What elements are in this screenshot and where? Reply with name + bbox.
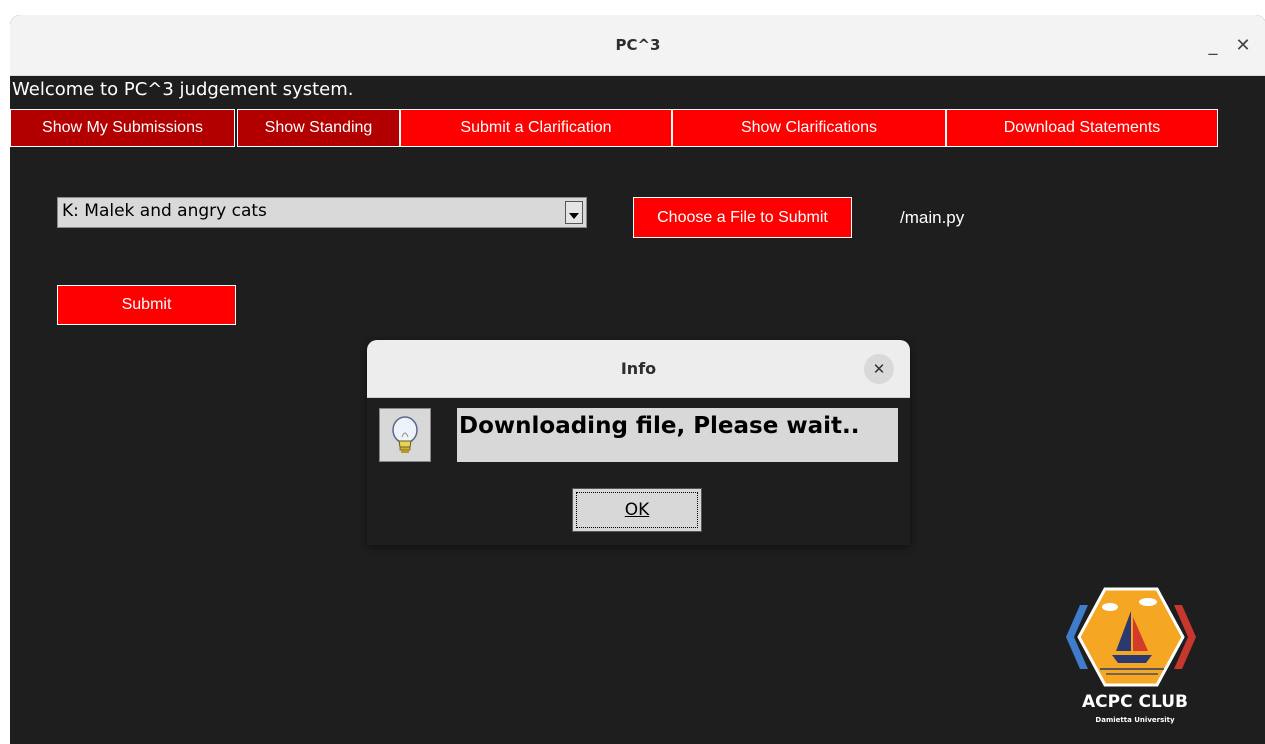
title-bar: PC^3 _ ✕ [10, 15, 1265, 76]
submit-button[interactable]: Submit [57, 285, 236, 325]
show-my-submissions-button[interactable]: Show My Submissions [10, 109, 235, 147]
problem-select[interactable]: K: Malek and angry cats [57, 197, 587, 228]
submit-clarification-button[interactable]: Submit a Clarification [400, 109, 672, 147]
dialog-title-bar: Info ✕ [367, 340, 910, 398]
logo-subtitle: Damietta University [1095, 716, 1175, 724]
close-icon[interactable]: ✕ [1230, 33, 1256, 59]
minimize-icon[interactable]: _ [1200, 33, 1226, 59]
dialog-close-icon[interactable]: ✕ [864, 354, 894, 384]
acpc-club-logo: ACPC CLUB Damietta University [1060, 585, 1210, 744]
dialog-title: Info [620, 359, 657, 378]
dialog-message: Downloading file, Please wait.. [459, 413, 860, 439]
show-clarifications-button[interactable]: Show Clarifications [672, 109, 946, 147]
dialog-message-box: Downloading file, Please wait.. [457, 408, 898, 462]
chevron-down-icon[interactable] [565, 201, 583, 224]
welcome-text: Welcome to PC^3 judgement system. [12, 79, 354, 100]
acpc-logo-icon [1066, 587, 1196, 687]
show-standing-button[interactable]: Show Standing [237, 109, 400, 147]
nav-bar: Show My Submissions Show Standing Submit… [10, 109, 1230, 149]
window-title: PC^3 [615, 36, 661, 54]
selected-file-path: /main.py [900, 208, 965, 227]
lightbulb-icon [379, 408, 431, 462]
info-dialog: Info ✕ Downloading file, Please wait.. O… [367, 340, 910, 545]
download-statements-button[interactable]: Download Statements [946, 109, 1218, 147]
logo-title: ACPC CLUB [1082, 692, 1188, 712]
ok-button[interactable]: OK [572, 488, 702, 532]
ok-button-label: OK [624, 500, 650, 520]
app-window: PC^3 _ ✕ Welcome to PC^3 judgement syste… [10, 15, 1265, 744]
choose-file-button[interactable]: Choose a File to Submit [633, 197, 852, 238]
problem-select-value: K: Malek and angry cats [62, 201, 267, 221]
